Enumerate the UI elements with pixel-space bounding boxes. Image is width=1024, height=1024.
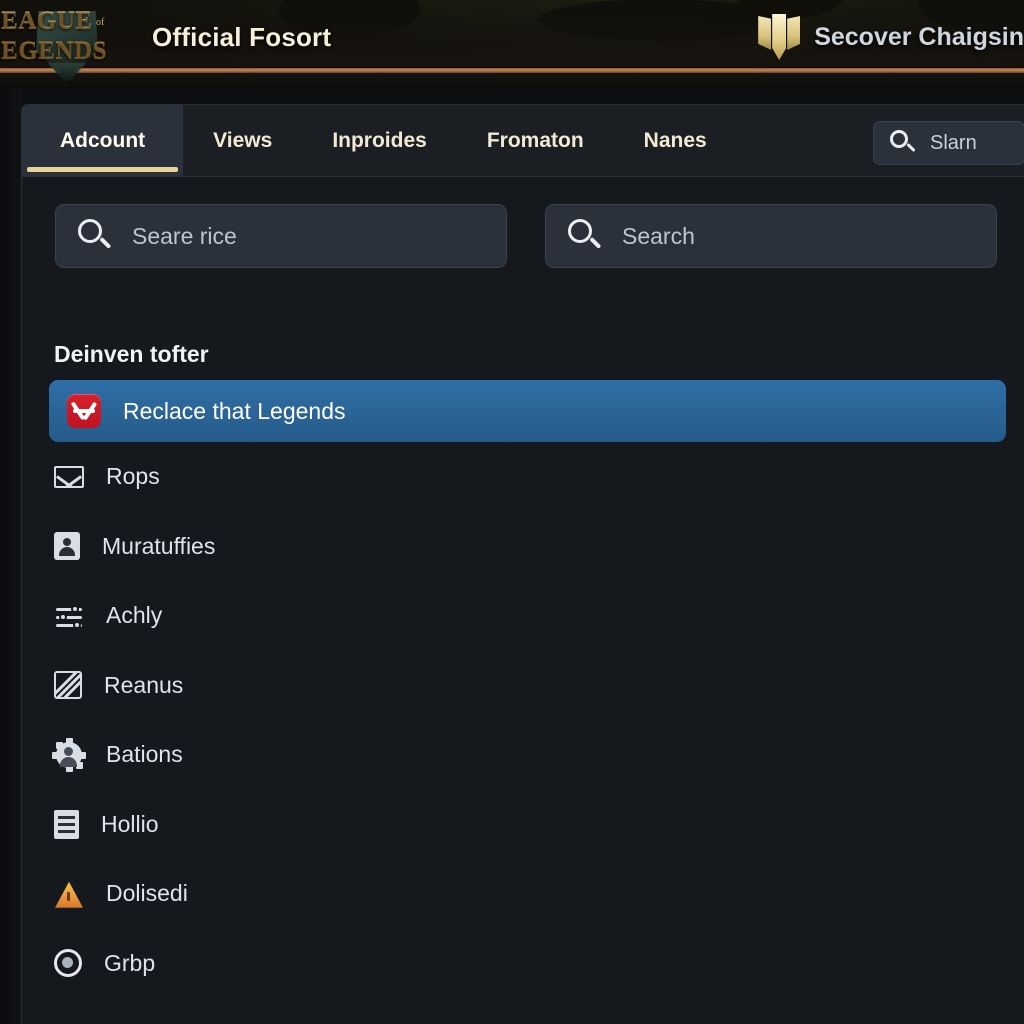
tab-label: Views (213, 128, 273, 152)
list-item-bations[interactable]: Bations (22, 720, 1024, 790)
search-input-secondary[interactable]: Search (545, 204, 997, 268)
book-emblem-icon (758, 14, 801, 60)
left-gutter (0, 88, 21, 1024)
red-x-tile-icon (67, 394, 101, 428)
list-item-label: Hollio (101, 810, 159, 837)
list-item-label: Reanus (104, 671, 184, 698)
list-item-hollio[interactable]: Hollio (22, 790, 1024, 860)
search-icon (568, 219, 602, 253)
search-input-primary[interactable]: Seare rice (55, 204, 507, 268)
item-list: Reclace that Legends Rops Muratuffies Ac… (22, 380, 1024, 998)
list-item-label: Rops (106, 463, 160, 490)
list-item-label: Muratuffies (102, 532, 216, 559)
list-item-label: Dolisedi (106, 880, 188, 907)
no-image-hatch-icon (54, 671, 82, 700)
warning-triangle-icon (54, 879, 84, 909)
logo-wordmark: LEAGUE LEGENDS (0, 6, 142, 66)
list-item-label: Reclace that Legends (123, 397, 346, 424)
league-of-legends-logo[interactable]: LEAGUE LEGENDS of (0, 1, 142, 81)
tab-bar: Adcount Views Inproides Fromaton Nanes S… (22, 105, 1024, 177)
target-ring-icon (54, 949, 82, 978)
tab-views[interactable]: Views (183, 105, 302, 176)
envelope-icon (54, 465, 84, 488)
tab-label: Inproides (332, 128, 427, 152)
tab-adcount[interactable]: Adcount (22, 105, 184, 176)
search-placeholder: Search (622, 222, 695, 249)
tab-nanes[interactable]: Nanes (614, 105, 737, 176)
list-item-dolisedi[interactable]: Dolisedi (22, 859, 1024, 929)
list-item-achly[interactable]: Achly (22, 581, 1024, 651)
search-placeholder: Seare rice (132, 222, 237, 249)
list-item-label: Achly (106, 602, 163, 629)
logo-of-text: of (96, 17, 105, 28)
page-title: Official Fosort (152, 22, 332, 52)
list-item-rops[interactable]: Rops (22, 442, 1024, 512)
header-search-value: Slarn (930, 131, 977, 154)
list-item-grbp[interactable]: Grbp (22, 929, 1024, 999)
search-icon (78, 219, 112, 253)
contact-card-icon (54, 532, 80, 561)
tab-label: Fromaton (486, 128, 584, 152)
tab-label: Adcount (60, 128, 146, 152)
search-icon (890, 130, 916, 156)
content-panel: Adcount Views Inproides Fromaton Nanes S… (21, 104, 1024, 1024)
tab-fromaton[interactable]: Fromaton (457, 105, 614, 176)
header-lower-strip (0, 73, 1024, 88)
app-window: LEAGUE LEGENDS of Official Fosort Secover… (0, 0, 1024, 1024)
list-item-reanus[interactable]: Reanus (22, 651, 1024, 721)
header-right-label: Secover Chaigsin (814, 22, 1024, 51)
logo-line-1: LEAGUE (0, 7, 93, 34)
list-item-label: Grbp (104, 949, 156, 976)
header-right-group[interactable]: Secover Chaigsin (758, 14, 1024, 60)
tab-inproides[interactable]: Inproides (302, 105, 457, 176)
header-search-box[interactable]: Slarn (873, 121, 1024, 165)
logo-line-2: LEGENDS (0, 37, 107, 64)
list-item-muratuffies[interactable]: Muratuffies (22, 512, 1024, 582)
gear-person-icon (52, 737, 86, 772)
tab-label: Nanes (643, 128, 707, 152)
document-lines-icon (54, 809, 79, 839)
list-item-selected[interactable]: Reclace that Legends (49, 380, 1006, 442)
section-heading: Deinven tofter (54, 341, 209, 367)
sliders-icon (54, 601, 84, 631)
list-item-label: Bations (106, 741, 183, 768)
search-row: Seare rice Search (22, 177, 1024, 281)
